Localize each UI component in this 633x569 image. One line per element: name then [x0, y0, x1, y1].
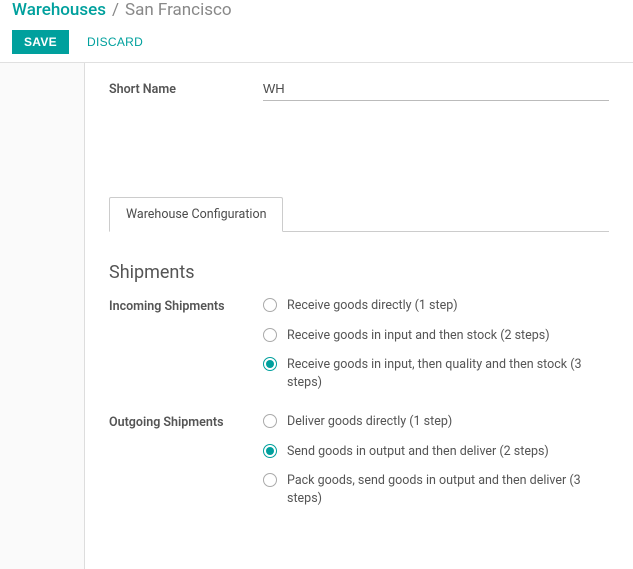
radio-icon[interactable]: [263, 414, 277, 428]
radio-icon[interactable]: [263, 444, 277, 458]
outgoing-option[interactable]: Send goods in output and then deliver (2…: [263, 443, 609, 461]
sheet-gutter: [0, 63, 85, 569]
radio-label: Receive goods in input, then quality and…: [287, 356, 607, 391]
section-title-shipments: Shipments: [109, 262, 609, 283]
incoming-option[interactable]: Receive goods directly (1 step): [263, 297, 609, 315]
radio-icon[interactable]: [263, 298, 277, 312]
incoming-shipments-label: Incoming Shipments: [109, 297, 263, 314]
discard-button[interactable]: DISCARD: [87, 35, 143, 49]
breadcrumb-current: San Francisco: [125, 0, 232, 20]
outgoing-option[interactable]: Pack goods, send goods in output and the…: [263, 472, 609, 507]
save-button[interactable]: SAVE: [12, 30, 69, 54]
outgoing-shipments-label: Outgoing Shipments: [109, 413, 263, 430]
breadcrumb-sep: /: [112, 0, 119, 20]
short-name-input[interactable]: [263, 77, 609, 101]
radio-label: Deliver goods directly (1 step): [287, 413, 452, 431]
outgoing-option[interactable]: Deliver goods directly (1 step): [263, 413, 609, 431]
radio-label: Send goods in output and then deliver (2…: [287, 443, 549, 461]
incoming-option[interactable]: Receive goods in input, then quality and…: [263, 356, 609, 391]
incoming-options: Receive goods directly (1 step) Receive g…: [263, 297, 609, 391]
incoming-option[interactable]: Receive goods in input and then stock (2…: [263, 327, 609, 345]
radio-label: Pack goods, send goods in output and the…: [287, 472, 607, 507]
short-name-label: Short Name: [109, 82, 263, 97]
radio-label: Receive goods in input and then stock (2…: [287, 327, 550, 345]
tab-warehouse-configuration[interactable]: Warehouse Configuration: [109, 197, 283, 232]
breadcrumb: Warehouses / San Francisco: [12, 0, 621, 30]
radio-label: Receive goods directly (1 step): [287, 297, 458, 315]
breadcrumb-root[interactable]: Warehouses: [12, 0, 106, 20]
outgoing-options: Deliver goods directly (1 step) Send good…: [263, 413, 609, 507]
radio-icon[interactable]: [263, 328, 277, 342]
radio-icon[interactable]: [263, 473, 277, 487]
radio-icon[interactable]: [263, 357, 277, 371]
